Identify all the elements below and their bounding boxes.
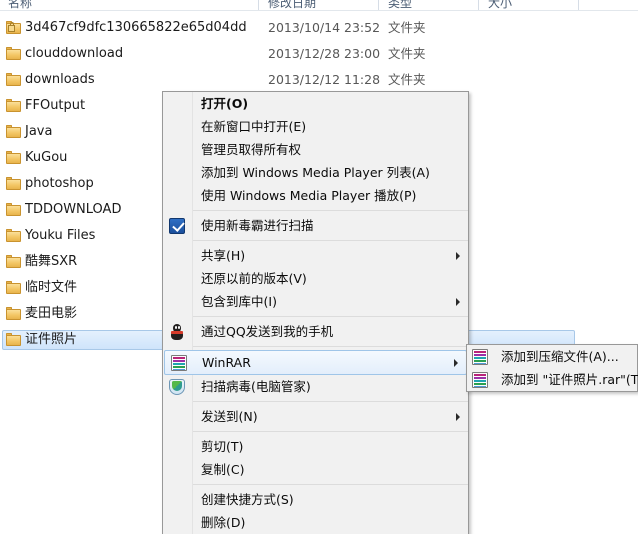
folder-icon xyxy=(6,203,21,216)
submenu-item[interactable]: 添加到压缩文件(A)... xyxy=(467,345,637,368)
menu-item-label: 删除(D) xyxy=(201,515,246,530)
folder-icon xyxy=(6,73,21,86)
file-name: 证件照片 xyxy=(25,332,78,347)
menu-separator xyxy=(193,431,468,432)
winrar-submenu[interactable]: 添加到压缩文件(A)... 添加到 "证件照片.rar"(T) xyxy=(466,344,638,392)
file-name: 临时文件 xyxy=(25,280,78,295)
menu-item-label: 打开(O) xyxy=(201,96,249,111)
file-name: Youku Files xyxy=(25,228,96,243)
chevron-right-icon xyxy=(454,358,458,367)
chevron-right-icon xyxy=(456,251,460,260)
menu-item[interactable]: 管理员取得所有权 xyxy=(163,138,468,161)
menu-item[interactable]: 添加到 Windows Media Player 列表(A) xyxy=(163,161,468,184)
menu-item-label: 扫描病毒(电脑管家) xyxy=(201,379,311,394)
winrar-icon xyxy=(171,354,187,371)
folder-icon xyxy=(6,333,21,346)
submenu-item-label: 添加到压缩文件(A)... xyxy=(501,349,619,364)
context-menu-items: 打开(O) 在新窗口中打开(E) 管理员取得所有权添加到 Windows Media… xyxy=(163,92,468,534)
file-name: 酷舞SXR xyxy=(25,254,78,269)
menu-item-label: WinRAR xyxy=(202,355,251,370)
menu-item[interactable]: 发送到(N) xyxy=(163,405,468,428)
chevron-right-icon xyxy=(456,297,460,306)
folder-icon xyxy=(6,151,21,164)
folder-icon xyxy=(6,281,21,294)
file-date-modified: 2013/10/14 23:52 xyxy=(268,20,381,35)
submenu-item[interactable]: 添加到 "证件照片.rar"(T) xyxy=(467,368,638,391)
file-name: 3d467cf9dfc130665822e65d04dd xyxy=(25,20,247,35)
menu-item[interactable]: 包含到库中(I) xyxy=(163,290,468,313)
menu-item-label: 复制(C) xyxy=(201,462,245,477)
pc-manager-shield-icon xyxy=(169,378,185,395)
menu-separator xyxy=(193,346,468,347)
screen: 名称 修改日期 类型 大小 3d467cf9dfc130665822e65d04… xyxy=(0,0,638,534)
folder-icon xyxy=(6,229,21,242)
folder-locked-icon xyxy=(6,21,21,34)
menu-item-label: 使用 Windows Media Player 播放(P) xyxy=(201,188,417,203)
menu-item-label: 添加到 Windows Media Player 列表(A) xyxy=(201,165,430,180)
file-type: 文件夹 xyxy=(388,20,426,35)
menu-item-label: 剪切(T) xyxy=(201,439,244,454)
menu-item[interactable]: 在新窗口中打开(E) xyxy=(163,115,468,138)
table-row[interactable]: 3d467cf9dfc130665822e65d04dd 2013/10/14 2… xyxy=(0,17,638,39)
table-row[interactable]: clouddownload 2013/12/28 23:00 文件夹 xyxy=(0,43,638,65)
menu-item[interactable]: 剪切(T) xyxy=(163,435,468,458)
menu-separator xyxy=(193,210,468,211)
context-menu[interactable]: 打开(O) 在新窗口中打开(E) 管理员取得所有权添加到 Windows Media… xyxy=(162,91,469,534)
file-name: 麦田电影 xyxy=(25,306,78,321)
winrar-submenu-items: 添加到压缩文件(A)... 添加到 "证件照片.rar"(T) xyxy=(467,345,638,391)
menu-item[interactable]: 复制(C) xyxy=(163,458,468,481)
menu-item-label: 创建快捷方式(S) xyxy=(201,492,294,507)
menu-item[interactable]: 打开(O) xyxy=(163,92,468,115)
file-name: photoshop xyxy=(25,176,94,191)
menu-item-label: 发送到(N) xyxy=(201,409,258,424)
folder-icon xyxy=(6,307,21,320)
menu-item-label: 包含到库中(I) xyxy=(201,294,277,309)
file-name: Java xyxy=(25,124,53,139)
menu-item[interactable]: 删除(D) xyxy=(163,511,468,534)
file-name: KuGou xyxy=(25,150,68,165)
menu-item[interactable]: 创建快捷方式(S) xyxy=(163,488,468,511)
menu-separator xyxy=(193,316,468,317)
menu-separator xyxy=(193,240,468,241)
menu-item-label: 在新窗口中打开(E) xyxy=(201,119,307,134)
menu-item[interactable]: 扫描病毒(电脑管家) xyxy=(163,375,468,398)
file-name: FFOutput xyxy=(25,98,86,113)
menu-item[interactable]: 使用 Windows Media Player 播放(P) xyxy=(163,184,468,207)
folder-icon xyxy=(6,125,21,138)
file-date-modified: 2013/12/12 11:28 xyxy=(268,72,381,87)
winrar-icon xyxy=(472,348,488,365)
menu-item[interactable]: 还原以前的版本(V) xyxy=(163,267,468,290)
file-name: clouddownload xyxy=(25,46,124,61)
file-date-modified: 2013/12/28 23:00 xyxy=(268,46,381,61)
menu-item-label: 使用新毒霸进行扫描 xyxy=(201,218,314,233)
file-name: downloads xyxy=(25,72,95,87)
menu-item-label: 通过QQ发送到我的手机 xyxy=(201,324,334,339)
submenu-item-label: 添加到 "证件照片.rar"(T) xyxy=(501,372,638,387)
winrar-icon xyxy=(472,371,488,388)
folder-icon xyxy=(6,255,21,268)
header-divider xyxy=(0,10,638,11)
file-type: 文件夹 xyxy=(388,72,426,87)
menu-item-label: 共享(H) xyxy=(201,248,246,263)
table-row[interactable]: downloads 2013/12/12 11:28 文件夹 xyxy=(0,69,638,91)
folder-icon xyxy=(6,47,21,60)
qq-penguin-icon xyxy=(169,323,185,340)
menu-separator xyxy=(193,484,468,485)
file-name: TDDOWNLOAD xyxy=(25,202,122,217)
menu-item[interactable]: 使用新毒霸进行扫描 xyxy=(163,214,468,237)
menu-item-label: 管理员取得所有权 xyxy=(201,142,302,157)
menu-item-winrar[interactable]: WinRAR xyxy=(164,350,467,375)
menu-item[interactable]: 通过QQ发送到我的手机 xyxy=(163,320,468,343)
folder-icon xyxy=(6,99,21,112)
chevron-right-icon xyxy=(456,412,460,421)
menu-separator xyxy=(193,401,468,402)
file-type: 文件夹 xyxy=(388,46,426,61)
menu-item-label: 还原以前的版本(V) xyxy=(201,271,307,286)
menu-item[interactable]: 共享(H) xyxy=(163,244,468,267)
folder-icon xyxy=(6,177,21,190)
kingsoft-antivirus-icon xyxy=(169,217,185,234)
